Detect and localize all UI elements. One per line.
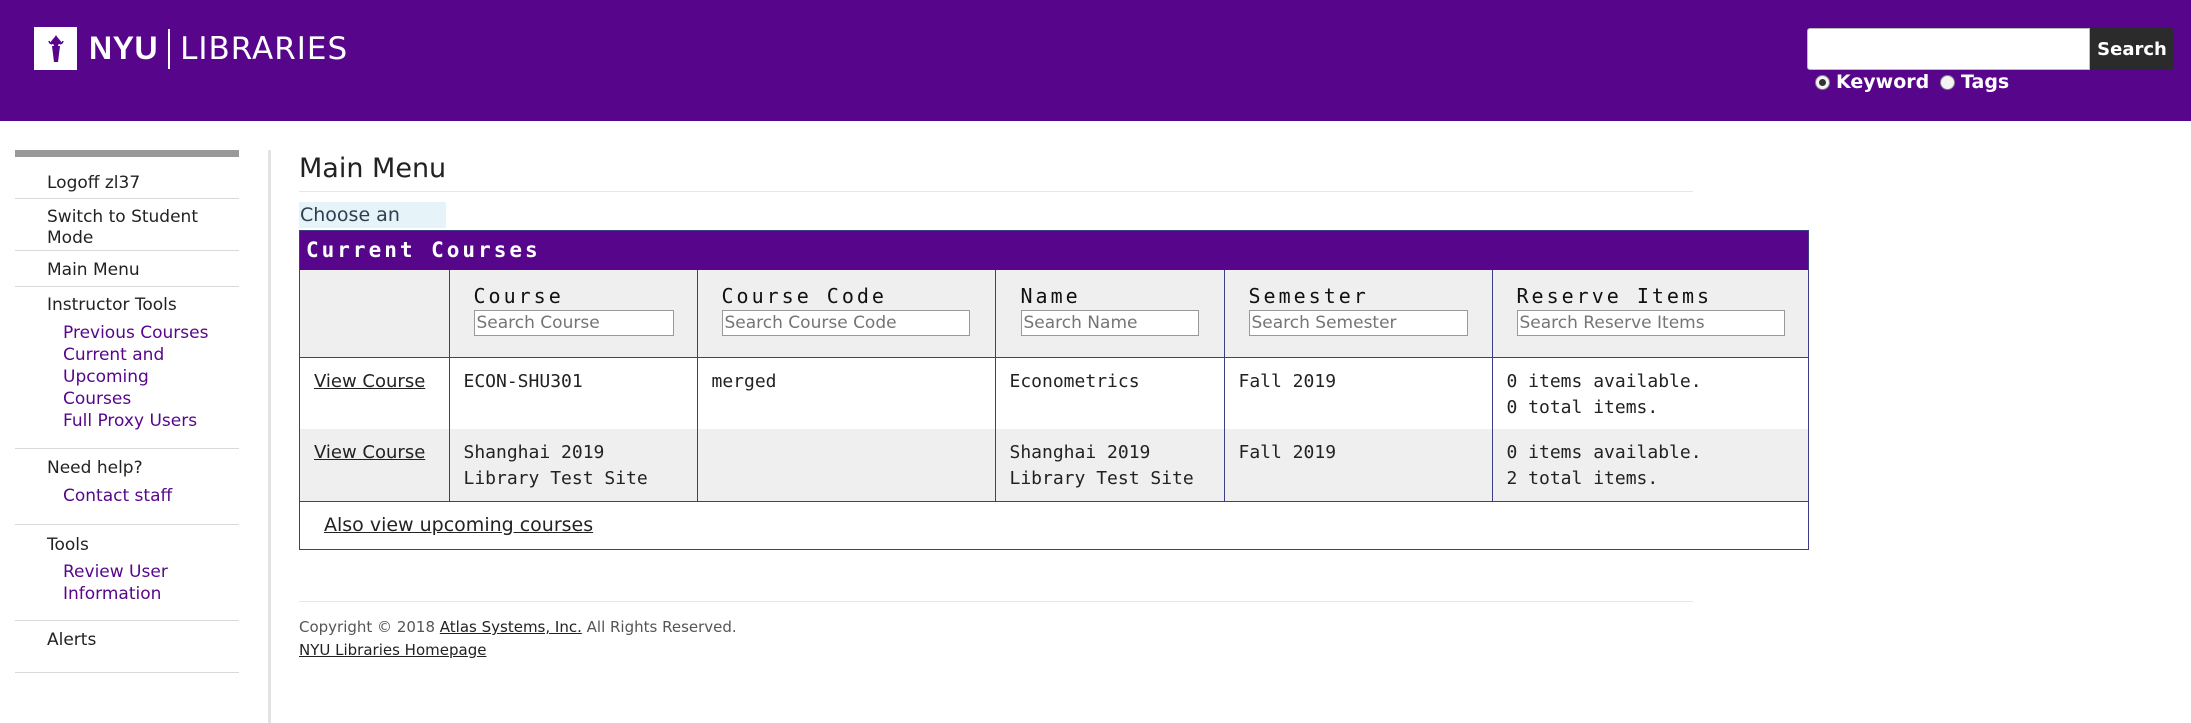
action-cell: View Course	[300, 429, 449, 501]
alerts-link[interactable]: Alerts	[47, 630, 239, 651]
semester-cell: Fall 2019	[1223, 357, 1492, 429]
current-upcoming-courses-link[interactable]: Current and Upcoming Courses	[47, 344, 217, 410]
total-items-text: 2 total items.	[1506, 468, 1659, 489]
search-name-input[interactable]	[1020, 310, 1199, 336]
sidebar-divider	[268, 150, 271, 723]
footer-divider	[299, 601, 1693, 602]
column-label: Course	[473, 284, 564, 308]
review-user-information-link[interactable]: Review User Information	[47, 561, 187, 605]
course-code-cell: merged	[696, 357, 995, 429]
rights-text: All Rights Reserved.	[586, 618, 737, 636]
column-label: Name	[1020, 284, 1081, 308]
course-cell: Shanghai 2019 Library Test Site	[448, 429, 697, 501]
instruction-text: Choose an option from the choices below.	[299, 202, 447, 304]
sidebar-nav: Logoff zl37 Switch to Student Mode Main …	[15, 150, 239, 673]
action-cell: View Course	[300, 357, 449, 429]
previous-courses-link[interactable]: Previous Courses	[47, 322, 239, 344]
search-reserve-items-input[interactable]	[1516, 310, 1785, 336]
contact-staff-link[interactable]: Contact staff	[47, 485, 239, 507]
actions-column-header	[300, 270, 449, 357]
radio-keyword-circle[interactable]	[1815, 74, 1830, 90]
need-help-heading: Need help?	[47, 458, 143, 478]
logo-libraries-text: LIBRARIES	[180, 30, 349, 67]
radio-keyword[interactable]: Keyword	[1815, 71, 1929, 93]
radio-keyword-label: Keyword	[1836, 71, 1930, 93]
copyright-text: Copyright © 2018 Atlas Systems, Inc. All…	[299, 618, 737, 636]
sidebar-item-switch: Switch to Student Mode	[15, 199, 239, 251]
copyright-prefix: Copyright © 2018	[299, 618, 436, 636]
courses-table: Course Course Code Name Semester Reserve…	[300, 270, 1808, 501]
table-header-row: Course Course Code Name Semester Reserve…	[300, 270, 1808, 357]
column-header-course-code: Course Code	[696, 270, 995, 357]
tools-heading: Tools	[47, 535, 89, 555]
table-row: View Course ECON-SHU301 merged Econometr…	[300, 357, 1808, 429]
sidebar-item-main-menu: Main Menu	[15, 251, 239, 287]
search-input[interactable]	[1807, 28, 2090, 70]
current-courses-panel: Current Courses Course Course Code Name	[299, 230, 1809, 550]
switch-student-mode-link[interactable]: Switch to Student Mode	[47, 207, 217, 249]
search-semester-input[interactable]	[1248, 310, 1468, 336]
full-proxy-users-link[interactable]: Full Proxy Users	[47, 410, 239, 432]
items-available-text: 0 items available.	[1506, 442, 1702, 463]
instructor-tools-heading: Instructor Tools	[47, 295, 177, 315]
view-course-link[interactable]: View Course	[314, 442, 425, 463]
logo-divider	[168, 28, 171, 69]
nyu-libraries-logo[interactable]: NYU LIBRARIES	[34, 27, 348, 70]
main-content: Main Menu Choose an option from the choi…	[299, 150, 1693, 304]
search-course-code-input[interactable]	[721, 310, 970, 336]
column-label: Course Code	[721, 284, 887, 308]
total-items-text: 0 total items.	[1506, 396, 1659, 418]
name-cell: Econometrics	[994, 357, 1224, 429]
torch-icon	[34, 27, 77, 70]
column-label: Semester	[1248, 284, 1369, 308]
sidebar-top-bar	[15, 150, 239, 157]
atlas-systems-link[interactable]: Atlas Systems, Inc.	[440, 618, 582, 636]
also-view-upcoming-courses-link[interactable]: Also view upcoming courses	[324, 514, 593, 536]
page-title: Main Menu	[299, 153, 447, 184]
title-divider	[299, 191, 1693, 192]
search-button[interactable]: Search	[2090, 28, 2174, 70]
column-label: Reserve Items	[1516, 284, 1713, 308]
current-courses-title: Current Courses	[300, 231, 1808, 270]
column-header-course: Course	[448, 270, 697, 357]
search-course-input[interactable]	[473, 310, 674, 336]
main-menu-link[interactable]: Main Menu	[47, 260, 239, 281]
homepage-row: NYU Libraries Homepage	[299, 641, 486, 659]
site-header: NYU LIBRARIES Search Keyword Tags	[0, 0, 2191, 121]
column-header-semester: Semester	[1223, 270, 1492, 357]
also-view-row: Also view upcoming courses	[300, 501, 1808, 549]
course-code-cell	[696, 429, 995, 501]
nyu-libraries-homepage-link[interactable]: NYU Libraries Homepage	[299, 641, 486, 659]
view-course-link[interactable]: View Course	[314, 371, 425, 392]
sidebar-item-help: Need help? Contact staff	[15, 449, 239, 525]
items-available-text: 0 items available.	[1506, 370, 1702, 392]
column-header-reserve-items: Reserve Items	[1491, 270, 1808, 357]
reserve-items-cell: 0 items available. 2 total items.	[1491, 429, 1808, 501]
sidebar-item-instructor-tools: Instructor Tools Previous Courses Curren…	[15, 287, 239, 449]
radio-tags-label: Tags	[1961, 71, 2010, 93]
sidebar-item-alerts: Alerts	[15, 621, 239, 673]
radio-tags-circle[interactable]	[1940, 74, 1955, 90]
sidebar-item-tools: Tools Review User Information	[15, 525, 239, 621]
name-cell: Shanghai 2019 Library Test Site	[994, 429, 1224, 501]
radio-tags[interactable]: Tags	[1940, 71, 2009, 93]
course-cell: ECON-SHU301	[448, 357, 697, 429]
column-header-name: Name	[994, 270, 1224, 357]
reserve-items-cell: 0 items available. 0 total items.	[1491, 357, 1808, 429]
logo-nyu-text: NYU	[89, 30, 159, 66]
logoff-link[interactable]: Logoff zl37	[47, 173, 239, 194]
semester-cell: Fall 2019	[1223, 429, 1492, 501]
sidebar-item-logoff: Logoff zl37	[15, 157, 239, 199]
table-row: View Course Shanghai 2019 Library Test S…	[300, 429, 1808, 501]
